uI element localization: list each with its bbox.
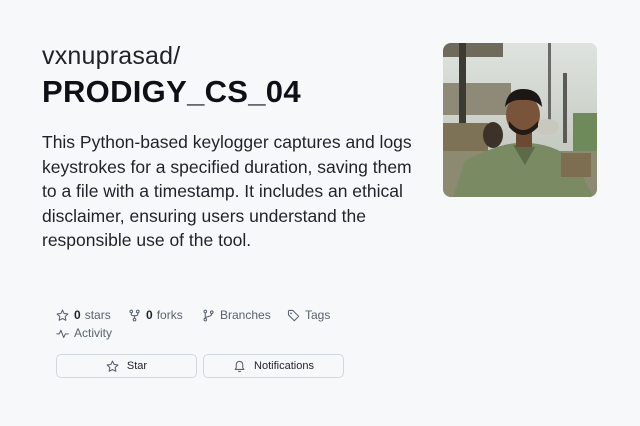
activity-link[interactable]: Activity xyxy=(56,326,112,340)
notifications-button[interactable]: Notifications xyxy=(203,354,344,378)
tags-link[interactable]: Tags xyxy=(287,308,330,322)
repo-name[interactable]: PRODIGY_CS_04 xyxy=(42,74,301,110)
branches-label: Branches xyxy=(220,308,271,322)
stars-stat[interactable]: 0 stars xyxy=(56,308,111,322)
forks-count: 0 xyxy=(146,308,153,322)
fork-icon xyxy=(129,309,140,321)
tags-label: Tags xyxy=(305,308,331,322)
activity-label: Activity xyxy=(74,326,113,340)
forks-stat[interactable]: 0 forks xyxy=(128,308,183,322)
pulse-icon xyxy=(56,329,69,338)
tag-icon xyxy=(287,309,300,321)
stars-count: 0 xyxy=(74,308,81,322)
star-button-label: Star xyxy=(126,360,148,372)
branch-icon xyxy=(203,309,214,321)
star-icon xyxy=(106,360,119,372)
forks-label: forks xyxy=(156,308,183,322)
branches-link[interactable]: Branches xyxy=(202,308,271,322)
owner-avatar[interactable] xyxy=(443,43,597,197)
repo-description: This Python-based keylogger captures and… xyxy=(42,132,412,250)
star-button[interactable]: Star xyxy=(56,354,197,378)
bell-icon xyxy=(234,360,245,372)
repo-owner[interactable]: vxnuprasad/ xyxy=(42,42,180,71)
stars-label: stars xyxy=(84,308,111,322)
star-icon xyxy=(56,309,69,321)
notifications-button-label: Notifications xyxy=(254,360,314,372)
